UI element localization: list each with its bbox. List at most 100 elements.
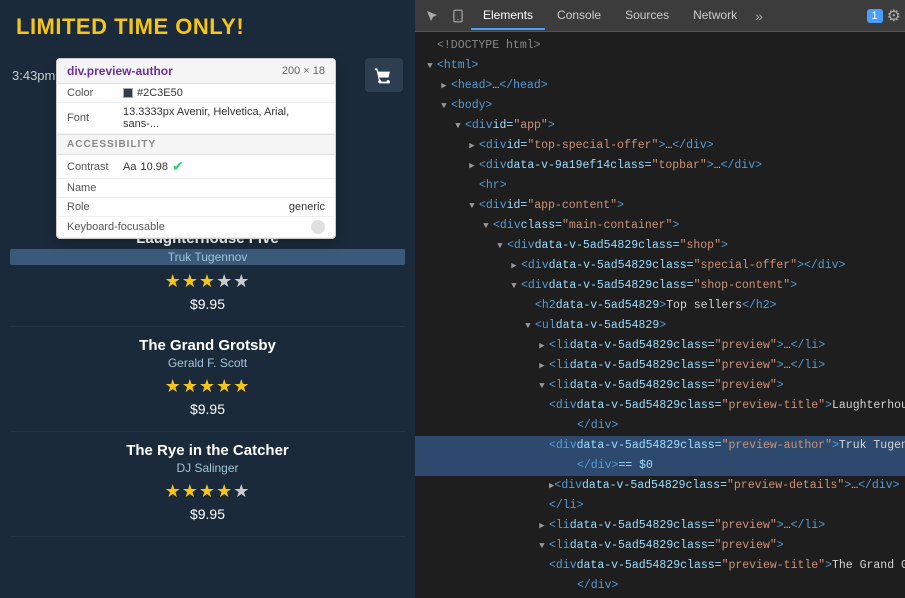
color-value: #2C3E50	[123, 87, 183, 99]
font-value: 13.3333px Avenir, Helvetica, Arial, sans…	[123, 106, 325, 130]
html-line[interactable]: <li data-v-5ad54829 class="preview">	[415, 536, 905, 556]
accessibility-section-header: ACCESSIBILITY	[57, 134, 335, 155]
book-title: The Grand Grotsby	[10, 337, 405, 354]
html-line-eq0[interactable]: </div> == $0	[415, 456, 905, 476]
triangle-icon[interactable]	[535, 337, 549, 355]
html-line[interactable]: <div data-v-5ad54829 class="shop">	[415, 236, 905, 256]
html-line: <!DOCTYPE html>	[415, 36, 905, 56]
left-panel: LIMITED TIME ONLY! 3:43pm div.preview-au…	[0, 0, 415, 598]
tooltip-font-row: Font 13.3333px Avenir, Helvetica, Arial,…	[57, 103, 335, 134]
triangle-icon[interactable]	[535, 537, 549, 555]
html-line[interactable]: <li data-v-5ad54829 class="preview">…</l…	[415, 336, 905, 356]
tooltip-size: 200 × 18	[282, 65, 325, 77]
book-stars: ★★★★★	[10, 376, 405, 397]
html-line[interactable]: <div data-v-5ad54829 class="preview-deta…	[415, 476, 905, 496]
devtools-panel: Elements Console Sources Network » 1 ⚙ <…	[415, 0, 905, 598]
html-line[interactable]: <div data-v-5ad54829 class="shop-content…	[415, 276, 905, 296]
color-swatch	[123, 88, 133, 98]
triangle-icon[interactable]	[479, 217, 493, 235]
book-item[interactable]: The Rye in the Catcher DJ Salinger ★★★★★…	[10, 432, 405, 537]
html-line[interactable]: <div data-v-5ad54829 class="preview-titl…	[415, 556, 905, 576]
triangle-icon[interactable]	[423, 57, 437, 75]
book-price: $9.95	[10, 296, 405, 312]
book-item[interactable]: The Grand Grotsby Gerald F. Scott ★★★★★ …	[10, 327, 405, 432]
more-tabs-button[interactable]: »	[749, 8, 769, 24]
triangle-icon[interactable]	[507, 277, 521, 295]
banner-text: LIMITED TIME ONLY!	[0, 0, 415, 50]
html-line[interactable]: </div>	[415, 416, 905, 436]
devtools-html-tree[interactable]: <!DOCTYPE html> <html> <head>…</head> <b…	[415, 32, 905, 598]
html-line[interactable]: <hr>	[415, 176, 905, 196]
settings-icon[interactable]: ⚙	[887, 6, 901, 26]
html-line[interactable]: <li data-v-5ad54829 class="preview">…</l…	[415, 516, 905, 536]
html-line[interactable]: </li>	[415, 496, 905, 516]
html-line[interactable]: <div id="app-content">	[415, 196, 905, 216]
html-line[interactable]: </div>	[415, 576, 905, 596]
html-line[interactable]: <li data-v-5ad54829 class="preview">…</l…	[415, 356, 905, 376]
book-list: Laughterhouse Five Truk Tugennov ★★★★★ $…	[0, 220, 415, 598]
book-title: The Rye in the Catcher	[10, 442, 405, 459]
html-line[interactable]: <div class="main-container">	[415, 216, 905, 236]
triangle-icon[interactable]	[493, 237, 507, 255]
triangle-icon[interactable]	[535, 357, 549, 375]
triangle-icon[interactable]	[521, 317, 535, 335]
triangle-icon[interactable]	[437, 77, 451, 95]
html-line[interactable]: <div data-v-5ad54829 class="preview-titl…	[415, 396, 905, 416]
html-line[interactable]: <head>…</head>	[415, 76, 905, 96]
cart-icon	[374, 65, 394, 85]
devtools-right-icons: 1 ⚙	[867, 6, 901, 26]
name-label: Name	[67, 182, 115, 194]
book-author: DJ Salinger	[10, 461, 405, 475]
tab-sources[interactable]: Sources	[613, 2, 681, 30]
element-tooltip: div.preview-author 200 × 18 Color #2C3E5…	[56, 58, 336, 239]
book-stars: ★★★★★	[10, 481, 405, 502]
color-label: Color	[67, 87, 115, 99]
triangle-icon[interactable]	[507, 257, 521, 275]
keyboard-focusable-icon	[311, 220, 325, 234]
font-label: Font	[67, 112, 115, 124]
triangle-icon[interactable]	[437, 97, 451, 115]
role-label: Role	[67, 201, 115, 213]
cart-button[interactable]	[365, 58, 403, 92]
triangle-icon[interactable]	[535, 377, 549, 395]
notification-badge: 1	[867, 9, 883, 23]
triangle-icon[interactable]	[535, 517, 549, 535]
time-display: 3:43pm	[12, 68, 55, 83]
cursor-icon[interactable]	[419, 3, 445, 29]
html-line[interactable]: <li data-v-5ad54829 class="preview">	[415, 376, 905, 396]
contrast-label: Contrast	[67, 161, 115, 173]
tab-network[interactable]: Network	[681, 2, 749, 30]
tooltip-keyboard-row: Keyboard-focusable	[57, 217, 335, 238]
html-line[interactable]: <div id="top-special-offer">…</div>	[415, 136, 905, 156]
book-author: Truk Tugennov	[10, 249, 405, 265]
role-value: generic	[289, 201, 325, 213]
html-line[interactable]: <h2 data-v-5ad54829>Top sellers</h2>	[415, 296, 905, 316]
html-line[interactable]: <body>	[415, 96, 905, 116]
html-line[interactable]: <div data-v-5ad54829 class="special-offe…	[415, 256, 905, 276]
tooltip-name-row: Name	[57, 179, 335, 198]
contrast-check-icon: ✔	[172, 158, 184, 175]
book-stars: ★★★★★	[10, 271, 405, 292]
book-author: Gerald F. Scott	[10, 356, 405, 370]
keyboard-value	[311, 220, 325, 234]
devtools-tab-bar: Elements Console Sources Network » 1 ⚙	[415, 0, 905, 32]
html-line[interactable]: <div data-v-9a19ef14 class="topbar">…</d…	[415, 156, 905, 176]
html-line[interactable]: <ul data-v-5ad54829>	[415, 316, 905, 336]
triangle-icon[interactable]	[465, 157, 479, 175]
book-price: $9.95	[10, 401, 405, 417]
triangle-icon[interactable]	[465, 137, 479, 155]
tooltip-contrast-row: Contrast Aa 10.98 ✔	[57, 155, 335, 179]
tab-console[interactable]: Console	[545, 2, 613, 30]
html-line[interactable]: <div id="app">	[415, 116, 905, 136]
book-price: $9.95	[10, 506, 405, 522]
tab-elements[interactable]: Elements	[471, 2, 545, 30]
triangle-icon[interactable]	[451, 117, 465, 135]
html-line-selected[interactable]: <div data-v-5ad54829 class="preview-auth…	[415, 436, 905, 456]
triangle-icon[interactable]	[465, 197, 479, 215]
tooltip-color-row: Color #2C3E50	[57, 84, 335, 103]
device-icon[interactable]	[445, 3, 471, 29]
contrast-value: Aa 10.98 ✔	[123, 158, 184, 175]
tooltip-element-name: div.preview-author	[67, 64, 173, 78]
html-line[interactable]: <html>	[415, 56, 905, 76]
tooltip-header: div.preview-author 200 × 18	[57, 59, 335, 84]
